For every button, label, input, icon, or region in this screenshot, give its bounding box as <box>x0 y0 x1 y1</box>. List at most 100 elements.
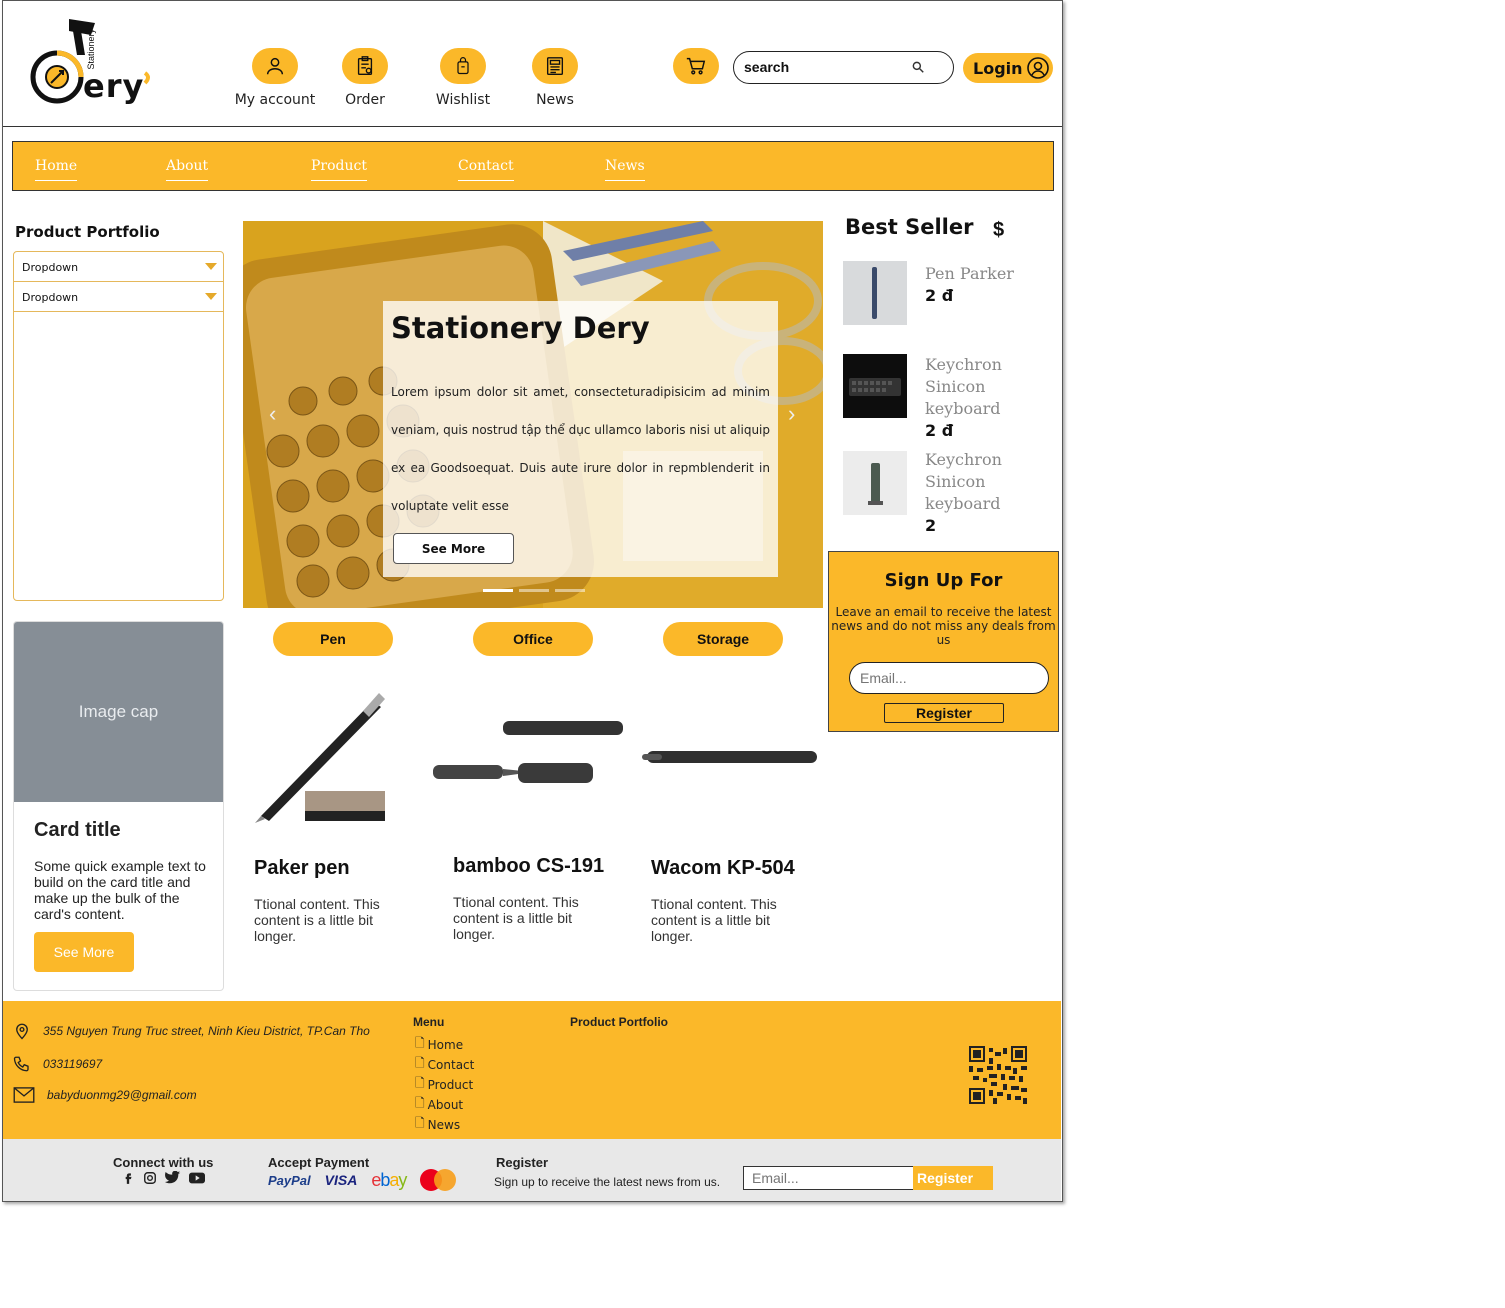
carousel-indicator-1[interactable] <box>483 589 513 592</box>
best-seller-name-3: Keychron Sinicon keyboard <box>925 450 1002 513</box>
footer-menu-about[interactable]: 🗋 About <box>415 1094 463 1115</box>
promo-card: Image cap Card title Some quick example … <box>13 621 224 991</box>
category-storage-button[interactable]: Storage <box>663 622 783 656</box>
nav-product[interactable]: Product <box>311 158 367 181</box>
wishlist-link[interactable]: Wishlist <box>413 48 513 108</box>
card-text: Some quick example text to build on the … <box>34 858 206 922</box>
category-office-button[interactable]: Office <box>473 622 593 656</box>
product-image-wacom[interactable] <box>637 681 827 831</box>
facebook-icon[interactable] <box>121 1171 135 1185</box>
document-icon: 🗋 <box>415 1116 425 1130</box>
my-account-link[interactable]: My account <box>225 48 325 108</box>
twitter-icon[interactable] <box>165 1171 181 1185</box>
search-bar <box>733 51 954 84</box>
footer-phone[interactable]: 033119697 <box>13 1055 102 1073</box>
footer-menu-contact[interactable]: 🗋 Contact <box>415 1054 474 1075</box>
clipboard-icon <box>342 48 388 84</box>
best-seller-thumb-1[interactable] <box>843 261 907 325</box>
footer-menu-product[interactable]: 🗋 Product <box>415 1074 473 1095</box>
footer-phone-text: 033119697 <box>43 1057 103 1071</box>
footer-menu-news[interactable]: 🗋 News <box>415 1114 460 1135</box>
footer-menu-about-label: About <box>427 1097 464 1112</box>
payment-title: Accept Payment <box>268 1155 370 1170</box>
carousel-prev-icon[interactable]: ‹ <box>269 401 276 427</box>
document-icon: 🗋 <box>415 1096 425 1110</box>
nav-contact[interactable]: Contact <box>458 158 514 181</box>
product-image-parker[interactable] <box>243 681 433 831</box>
best-seller-item-1[interactable]: Pen Parker 2 đ <box>925 263 1065 307</box>
nav-about[interactable]: About <box>166 158 209 181</box>
news-link[interactable]: News <box>505 48 605 108</box>
footer-menu-home[interactable]: 🗋 Home <box>415 1034 463 1055</box>
sidebar-panel: Dropdown Dropdown <box>13 251 224 601</box>
hero-text: Lorem ipsum dolor sit amet, consectetura… <box>391 385 770 513</box>
card-title: Card title <box>34 819 121 841</box>
footer-portfolio-title: Product Portfolio <box>570 1015 668 1029</box>
carousel-next-icon[interactable]: › <box>788 401 795 427</box>
cart-icon <box>673 48 719 84</box>
login-button[interactable]: Login <box>963 53 1053 83</box>
best-seller-item-2[interactable]: Keychron Sinicon keyboard 2 đ <box>925 354 1065 442</box>
product-image-bamboo[interactable] <box>433 681 623 831</box>
caret-down-icon <box>205 263 217 270</box>
envelope-icon <box>13 1087 35 1103</box>
footer-email-text: babyduonmg29@gmail.com <box>47 1088 197 1102</box>
signup-register-button[interactable]: Register <box>884 703 1004 723</box>
footer: 355 Nguyen Trung Truc street, Ninh Kieu … <box>3 1001 1061 1139</box>
best-seller-price-2: 2 đ <box>925 421 954 440</box>
youtube-icon[interactable] <box>189 1171 205 1185</box>
search-icon[interactable] <box>911 60 925 79</box>
document-icon: 🗋 <box>415 1036 425 1050</box>
best-seller-thumb-2[interactable] <box>843 354 907 418</box>
paypal-logo: PayPal <box>268 1172 311 1188</box>
order-link[interactable]: Order <box>315 48 415 108</box>
payment-logos: PayPal VISA ebay <box>268 1169 457 1191</box>
login-label: Login <box>973 58 1023 78</box>
site-logo[interactable]: Stationery ery <box>29 15 159 110</box>
caret-down-icon <box>205 293 217 300</box>
wishlist-label: Wishlist <box>435 92 491 108</box>
signup-email-input[interactable] <box>849 662 1049 694</box>
dropdown-2-label: Dropdown <box>22 291 79 304</box>
bottom-register-title: Register <box>496 1155 549 1170</box>
footer-menu-title: Menu <box>413 1015 445 1029</box>
page-frame: Stationery ery My account Order Wishlist… <box>2 0 1063 1202</box>
best-seller-thumb-3[interactable] <box>843 451 907 515</box>
product-title-parker[interactable]: Paker pen <box>254 857 350 880</box>
sidebar-title: Product Portfolio <box>15 223 160 241</box>
phone-icon <box>13 1056 29 1072</box>
category-pen-button[interactable]: Pen <box>273 622 393 656</box>
footer-menu-news-label: News <box>427 1117 461 1132</box>
bag-icon <box>440 48 486 84</box>
connect-title: Connect with us <box>113 1155 214 1170</box>
dropdown-1[interactable]: Dropdown <box>14 252 223 282</box>
signup-text: Leave an email to receive the latest new… <box>831 605 1056 647</box>
cart-button[interactable] <box>673 48 719 84</box>
product-title-bamboo[interactable]: bamboo CS-191 <box>453 855 604 878</box>
instagram-icon[interactable] <box>143 1171 157 1185</box>
footer-menu-contact-label: Contact <box>427 1057 475 1072</box>
nav-news[interactable]: News <box>605 158 645 181</box>
document-icon: 🗋 <box>415 1056 425 1070</box>
product-title-wacom[interactable]: Wacom KP-504 <box>651 857 795 880</box>
footer-email[interactable]: babyduonmg29@gmail.com <box>13 1087 197 1103</box>
signup-title: Sign Up For <box>884 570 1003 591</box>
hero-see-more-button[interactable]: See More <box>393 533 514 564</box>
best-seller-item-3[interactable]: Keychron Sinicon keyboard 2 <box>925 449 1065 537</box>
signup-panel: Sign Up For Leave an email to receive th… <box>828 551 1059 732</box>
search-input[interactable] <box>744 59 904 75</box>
bottom-register-button[interactable]: Register <box>913 1166 993 1190</box>
best-seller-name-1: Pen Parker <box>925 264 1014 283</box>
bottom-email-input[interactable] <box>743 1166 914 1190</box>
hero-caption-box: Stationery Dery Lorem ipsum dolor sit am… <box>383 301 778 577</box>
dropdown-2[interactable]: Dropdown <box>14 282 223 312</box>
carousel-indicator-2[interactable] <box>519 589 549 592</box>
product-text-wacom: Ttional content. This content is a littl… <box>651 896 777 944</box>
main-navbar: Home About Product Contact News <box>12 141 1054 191</box>
nav-home[interactable]: Home <box>35 158 78 181</box>
product-text-parker: Ttional content. This content is a littl… <box>254 896 380 944</box>
dropdown-1-label: Dropdown <box>22 261 79 274</box>
best-seller-name-2: Keychron Sinicon keyboard <box>925 355 1002 418</box>
card-see-more-button[interactable]: See More <box>34 932 134 972</box>
carousel-indicator-3[interactable] <box>555 589 585 592</box>
